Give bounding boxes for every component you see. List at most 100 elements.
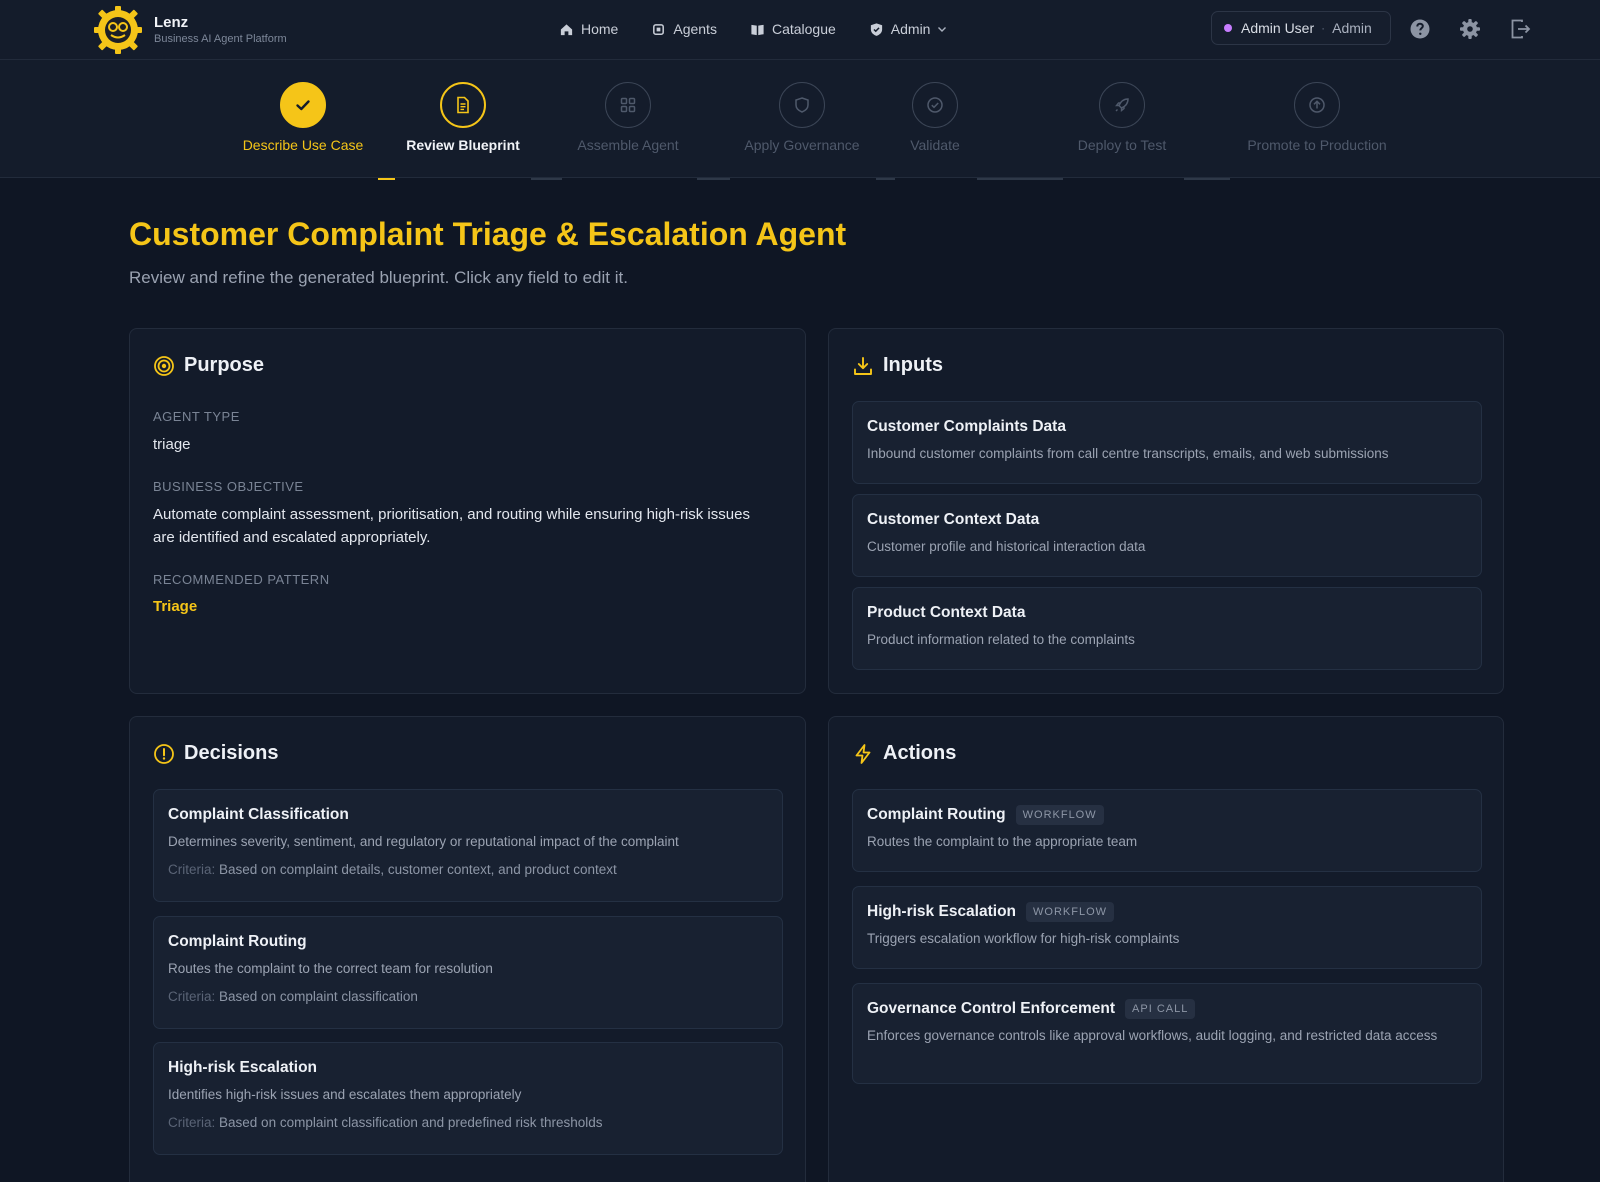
input-item-title: Product Context Data — [867, 604, 1026, 621]
app-subtitle: Business AI Agent Platform — [154, 33, 287, 45]
action-item-description: Triggers escalation workflow for high-ri… — [867, 931, 1180, 946]
step-connector — [378, 178, 395, 180]
step-label: Validate — [910, 137, 960, 153]
decision-item[interactable]: Complaint Routing Routes the complaint t… — [153, 916, 783, 1029]
nav-agents[interactable]: Agents — [651, 18, 717, 40]
decision-item-description: Routes the complaint to the correct team… — [168, 961, 493, 976]
home-icon — [560, 23, 573, 35]
lenz-logo-icon — [94, 6, 142, 54]
step-connector — [876, 178, 895, 180]
action-type-badge: API CALL — [1125, 999, 1196, 1019]
purpose-card: Purpose Agent Type triage Business Objec… — [129, 328, 806, 694]
business-objective-value[interactable]: Automate complaint assessment, prioritis… — [153, 503, 773, 549]
agent-type-label: Agent Type — [153, 409, 240, 424]
progress-stepper: Describe Use Case Review Blueprint Assem… — [0, 60, 1600, 180]
recommended-pattern-value[interactable]: Triage — [153, 595, 773, 618]
alert-circle-icon — [154, 743, 174, 764]
input-item-title: Customer Complaints Data — [867, 418, 1066, 435]
input-item[interactable]: Customer Complaints Data Inbound custome… — [852, 401, 1482, 484]
lightning-icon — [855, 743, 871, 764]
action-item-title: High-risk Escalation — [867, 903, 1017, 920]
user-menu[interactable]: Admin User · Admin — [1211, 11, 1391, 45]
app-name: Lenz — [154, 14, 189, 31]
criteria-label: Criteria: — [168, 989, 216, 1004]
step-validate[interactable]: Validate — [855, 82, 1015, 153]
action-item-description: Routes the complaint to the appropriate … — [867, 834, 1138, 849]
step-circle — [912, 82, 958, 128]
step-label: Promote to Production — [1247, 137, 1387, 153]
gear-icon[interactable] — [1458, 17, 1482, 41]
chevron-down-icon — [938, 27, 947, 32]
step-connector — [977, 178, 1063, 180]
step-deploy-to-test[interactable]: Deploy to Test — [1042, 82, 1202, 153]
user-name: Admin User — [1241, 20, 1315, 36]
document-icon — [457, 96, 469, 114]
nav-catalogue-label: Catalogue — [771, 21, 836, 37]
target-icon — [154, 355, 174, 376]
decision-item[interactable]: High-risk Escalation Identifies high-ris… — [153, 1042, 783, 1155]
step-promote-to-production[interactable]: Promote to Production — [1237, 82, 1397, 153]
rocket-icon — [1115, 98, 1129, 112]
input-item-description: Inbound customer complaints from call ce… — [867, 446, 1389, 461]
shield-icon — [795, 97, 809, 113]
user-separator: · — [1321, 21, 1326, 35]
main-nav: Home Agents Catalogue Admin — [559, 18, 981, 40]
chip-icon — [653, 23, 665, 35]
action-item-title: Governance Control Enforcement — [867, 1000, 1116, 1017]
action-item[interactable]: Complaint Routing WORKFLOW Routes the co… — [852, 789, 1482, 872]
action-item[interactable]: High-risk Escalation WORKFLOW Triggers e… — [852, 886, 1482, 969]
purpose-title: Purpose — [184, 354, 265, 376]
nav-home-label: Home — [581, 21, 619, 37]
inputs-card: Inputs Customer Complaints Data Inbound … — [828, 328, 1504, 694]
nav-catalogue[interactable]: Catalogue — [750, 18, 836, 40]
step-review-blueprint[interactable]: Review Blueprint — [383, 82, 543, 153]
step-circle — [280, 82, 326, 128]
actions-card: Actions Complaint Routing WORKFLOW Route… — [828, 716, 1504, 1182]
top-navigation-bar: Lenz Business AI Agent Platform Home Age… — [0, 0, 1600, 60]
step-connector — [697, 178, 730, 180]
help-icon[interactable] — [1408, 17, 1432, 41]
agent-type-value[interactable]: triage — [153, 433, 773, 456]
book-icon — [751, 24, 764, 35]
step-connector — [1184, 178, 1230, 180]
brand[interactable]: Lenz Business AI Agent Platform — [92, 4, 287, 56]
step-describe-use-case[interactable]: Describe Use Case — [223, 82, 383, 153]
step-label: Review Blueprint — [406, 137, 520, 153]
decision-item-criteria: Criteria: Based on complaint classificat… — [168, 1115, 768, 1130]
decision-item-criteria: Criteria: Based on complaint classificat… — [168, 989, 768, 1004]
input-item-description: Customer profile and historical interact… — [867, 539, 1146, 554]
step-label: Describe Use Case — [242, 137, 364, 153]
nav-home[interactable]: Home — [559, 18, 618, 40]
decision-item-title: High-risk Escalation — [168, 1059, 318, 1076]
criteria-label: Criteria: — [168, 1115, 216, 1130]
step-circle — [440, 82, 486, 128]
input-item[interactable]: Product Context Data Product information… — [852, 587, 1482, 670]
input-item[interactable]: Customer Context Data Customer profile a… — [852, 494, 1482, 577]
decisions-card: Decisions Complaint Classification Deter… — [129, 716, 806, 1182]
arrow-up-circle-icon — [1309, 97, 1325, 113]
criteria-value: Based on complaint details, customer con… — [219, 862, 617, 877]
step-circle — [605, 82, 651, 128]
action-type-badge: WORKFLOW — [1026, 902, 1115, 922]
decision-item-title: Complaint Routing — [168, 933, 307, 950]
nav-admin-dropdown[interactable]: Admin — [869, 18, 949, 40]
recommended-pattern-label: Recommended Pattern — [153, 572, 330, 587]
step-label: Deploy to Test — [1077, 137, 1167, 153]
step-circle — [779, 82, 825, 128]
step-assemble-agent[interactable]: Assemble Agent — [548, 82, 708, 153]
logout-icon[interactable] — [1508, 17, 1532, 41]
nav-admin-label: Admin — [890, 21, 931, 37]
input-item-title: Customer Context Data — [867, 511, 1040, 528]
check-icon — [296, 100, 310, 111]
action-item[interactable]: Governance Control Enforcement API CALL … — [852, 983, 1482, 1084]
step-label: Assemble Agent — [577, 137, 679, 153]
action-item-title: Complaint Routing — [867, 806, 1006, 823]
step-connector — [531, 178, 562, 180]
decision-item-description: Determines severity, sentiment, and regu… — [168, 834, 679, 849]
download-icon — [854, 356, 872, 375]
decision-item[interactable]: Complaint Classification Determines seve… — [153, 789, 783, 902]
grid-icon — [620, 97, 636, 113]
step-circle — [1294, 82, 1340, 128]
criteria-value: Based on complaint classification — [219, 989, 418, 1004]
criteria-label: Criteria: — [168, 862, 216, 877]
